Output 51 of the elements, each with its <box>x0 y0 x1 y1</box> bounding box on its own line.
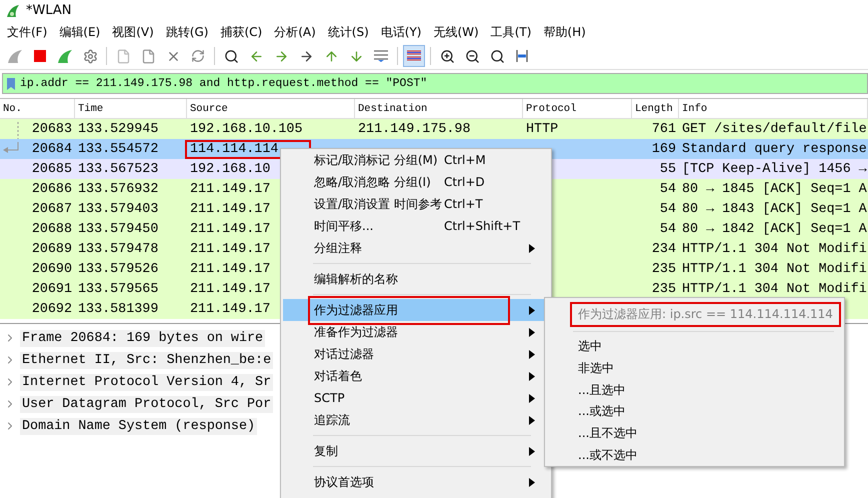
table-cell-text: 54 <box>658 202 677 216</box>
table-cell-text: HTTP/1.1 304 Not Modifi <box>681 282 868 296</box>
table-cell-text: HTTP <box>525 122 560 136</box>
table-cell-text: 211.149.17 <box>189 202 272 216</box>
table-cell-text: 211.149.17 <box>189 182 272 196</box>
table-cell-text: 20687 <box>30 202 73 216</box>
table-cell-text: 169 <box>650 142 677 156</box>
table-cell-text: GET /sites/default/file <box>681 122 868 136</box>
table-cell-text: 211.149.17 <box>189 262 272 276</box>
table-cell-text: 133.567523 <box>77 162 160 176</box>
table-cell-text: 133.579526 <box>77 262 160 276</box>
table-cell-text: 20692 <box>30 302 73 316</box>
table-cell-text: 192.168.10 <box>189 162 272 176</box>
table-cell-text: 211.149.17 <box>189 282 272 296</box>
table-cell-text: 761 <box>650 122 677 136</box>
table-cell-text: 192.168.10.105 <box>189 122 304 136</box>
table-cell-text: 20688 <box>30 222 73 236</box>
table-cell-text: 235 <box>650 262 677 276</box>
table-cell-text: 20689 <box>30 242 73 256</box>
table-cell-text: Standard query response <box>681 142 868 156</box>
table-cell-text: 80 → 1845 [ACK] Seq=1 A <box>681 182 868 196</box>
table-cell-text: 211.149.17 <box>189 222 272 236</box>
table-cell-text: 54 <box>658 182 677 196</box>
submenu-header: 作为过滤器应用: ip.src == 114.114.114.114 <box>572 304 839 325</box>
table-cell-text: HTTP/1.1 304 Not Modifi <box>681 262 868 276</box>
table-cell-text: 80 → 1842 [ACK] Seq=1 A <box>681 222 868 236</box>
table-cell-text: 20686 <box>30 182 73 196</box>
window-title: *WLAN <box>26 3 72 18</box>
table-cell-text: 20690 <box>30 262 73 276</box>
table-cell-text: 133.579478 <box>77 242 160 256</box>
table-cell-text: 133.579403 <box>77 202 160 216</box>
table-cell-text: 133.579565 <box>77 282 160 296</box>
table-cell-text: HTTP/1.1 304 Not Modifi <box>681 242 868 256</box>
table-cell-text: [TCP Keep-Alive] 1456 → <box>681 162 868 176</box>
table-cell-text: 211.149.175.98 <box>357 122 472 136</box>
table-cell-text: 235 <box>650 282 677 296</box>
table-cell-text: 234 <box>650 242 677 256</box>
table-cell-text: 20684 <box>30 142 73 156</box>
table-cell-text: 133.579450 <box>77 222 160 236</box>
table-cell-text: 211.149.17 <box>189 302 272 316</box>
table-cell-text: 133.529945 <box>77 122 160 136</box>
table-cell-text: 80 → 1843 [ACK] Seq=1 A <box>681 202 868 216</box>
table-cell-text: 133.576932 <box>77 182 160 196</box>
table-cell-text: 211.149.17 <box>189 242 272 256</box>
table-cell-text: 20685 <box>30 162 73 176</box>
table-cell-text: 20691 <box>30 282 73 296</box>
table-cell-text: 54 <box>658 222 677 236</box>
table-cell-text: 133.554572 <box>77 142 160 156</box>
table-cell-text: 55 <box>658 162 677 176</box>
table-cell-text: 133.581399 <box>77 302 160 316</box>
table-cell-text: 20683 <box>30 122 73 136</box>
